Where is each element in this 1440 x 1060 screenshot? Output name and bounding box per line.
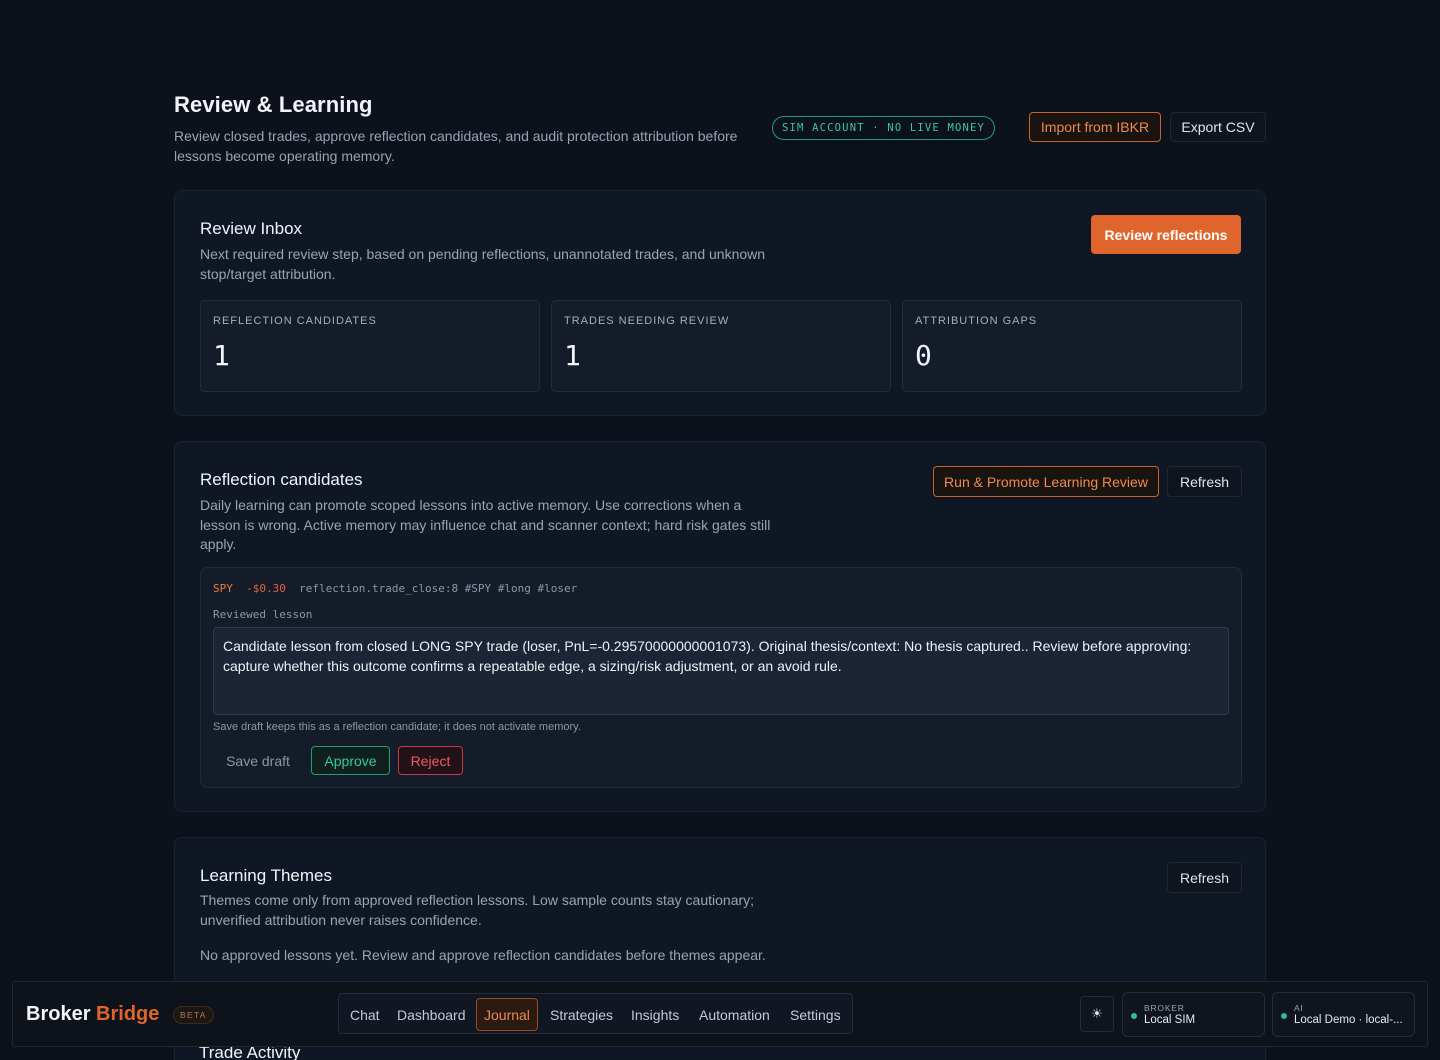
learning-themes-title: Learning Themes (200, 866, 332, 885)
review-reflections-button[interactable]: Review reflections (1091, 215, 1241, 254)
save-draft-button[interactable]: Save draft (213, 746, 303, 775)
broker-value: Local SIM (1144, 1014, 1196, 1026)
reject-button[interactable]: Reject (398, 746, 463, 775)
broker-status-dot (1131, 1013, 1137, 1019)
tab-automation[interactable]: Automation (699, 998, 770, 1031)
stat-value: 0 (915, 339, 932, 372)
candidate-meta: reflection.trade_close:8 #SPY #long #los… (299, 582, 578, 595)
candidate-header: SPY -$0.30 reflection.trade_close:8 #SPY… (213, 582, 577, 595)
tab-settings[interactable]: Settings (790, 998, 841, 1031)
theme-toggle-button[interactable]: ☀ (1080, 996, 1114, 1032)
reflection-candidates-description: Daily learning can promote scoped lesson… (200, 497, 771, 552)
learning-themes-description: Themes come only from approved reflectio… (200, 892, 755, 928)
ai-label: AI (1294, 1003, 1304, 1013)
reflection-candidates-title: Reflection candidates (200, 470, 363, 489)
import-ibkr-button[interactable]: Import from IBKR (1029, 112, 1161, 142)
review-inbox-card: Review Inbox Next required review step, … (174, 190, 1266, 416)
stat-value: 1 (564, 339, 581, 372)
ai-status[interactable]: AI Local Demo · local-... (1272, 992, 1415, 1037)
save-draft-note: Save draft keeps this as a reflection ca… (213, 721, 581, 733)
themes-refresh-button[interactable]: Refresh (1167, 862, 1242, 893)
stat-label: ATTRIBUTION GAPS (915, 315, 1038, 327)
stat-label: REFLECTION CANDIDATES (213, 315, 377, 327)
nav-tabs: Chat Dashboard Journal Strategies Insigh… (338, 993, 853, 1034)
tab-strategies[interactable]: Strategies (550, 998, 613, 1031)
stat-trades-needing-review[interactable]: TRADES NEEDING REVIEW 1 (551, 300, 891, 392)
candidate-pnl: -$0.30 (246, 582, 286, 595)
page-subtitle: Review closed trades, approve reflection… (174, 128, 738, 164)
themes-empty-state: No approved lessons yet. Review and appr… (200, 947, 766, 963)
review-inbox-description: Next required review step, based on pend… (200, 246, 766, 282)
page-header: Review & Learning Review closed trades, … (174, 92, 1266, 172)
stat-label: TRADES NEEDING REVIEW (564, 315, 730, 327)
stat-reflection-candidates[interactable]: REFLECTION CANDIDATES 1 (200, 300, 540, 392)
brand-name-2: Bridge (96, 1003, 160, 1025)
candidate-symbol: SPY (213, 582, 233, 595)
tab-dashboard[interactable]: Dashboard (397, 998, 466, 1031)
review-inbox-title: Review Inbox (200, 219, 303, 238)
export-csv-button[interactable]: Export CSV (1170, 112, 1266, 142)
bottom-navbar: Broker Bridge BETA Chat Dashboard Journa… (12, 981, 1428, 1047)
brand-logo[interactable]: Broker Bridge (26, 1003, 159, 1026)
reflections-refresh-button[interactable]: Refresh (1167, 466, 1242, 497)
stat-value: 1 (213, 339, 230, 372)
lesson-textarea[interactable]: Candidate lesson from closed LONG SPY tr… (213, 627, 1229, 715)
brand-name-1: Broker (26, 1003, 91, 1025)
ai-value: Local Demo · local-... (1294, 1014, 1403, 1026)
reflection-candidate: SPY -$0.30 reflection.trade_close:8 #SPY… (200, 567, 1242, 788)
tab-journal[interactable]: Journal (476, 998, 538, 1031)
reflection-candidates-card: Reflection candidates Daily learning can… (174, 441, 1266, 812)
ai-status-dot (1281, 1013, 1287, 1019)
beta-badge: BETA (173, 1006, 214, 1024)
lesson-field-label: Reviewed lesson (213, 608, 313, 621)
approve-button[interactable]: Approve (311, 746, 390, 775)
sun-icon: ☀ (1091, 1006, 1103, 1021)
tab-insights[interactable]: Insights (631, 998, 679, 1031)
tab-chat[interactable]: Chat (350, 998, 380, 1031)
broker-status[interactable]: BROKER Local SIM (1122, 992, 1265, 1037)
run-promote-learning-button[interactable]: Run & Promote Learning Review (933, 466, 1159, 497)
sim-account-badge: SIM ACCOUNT · NO LIVE MONEY (772, 116, 996, 140)
stat-attribution-gaps[interactable]: ATTRIBUTION GAPS 0 (902, 300, 1242, 392)
broker-label: BROKER (1144, 1003, 1185, 1013)
